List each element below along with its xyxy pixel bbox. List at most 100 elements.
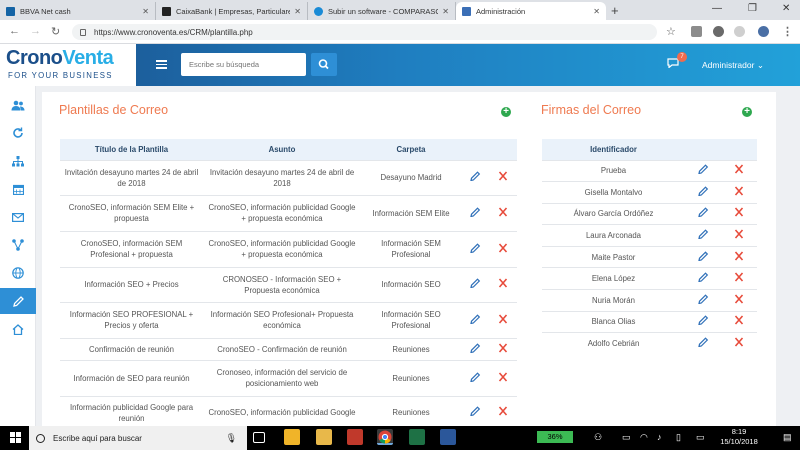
edit-pencil-icon[interactable]: [697, 294, 709, 304]
delete-x-icon[interactable]: [497, 371, 509, 382]
outlook-taskbar-icon[interactable]: [284, 429, 300, 445]
delete-x-icon[interactable]: [497, 206, 509, 217]
edit-pencil-icon[interactable]: [469, 171, 481, 181]
extension-icon[interactable]: [691, 26, 702, 37]
add-signature-button[interactable]: +: [742, 107, 752, 117]
delete-x-icon[interactable]: [733, 294, 745, 304]
browser-tab-active[interactable]: Administración ✕: [456, 2, 606, 20]
edit-pencil-icon[interactable]: [697, 207, 709, 218]
hamburger-menu-icon[interactable]: [156, 60, 167, 69]
delete-x-icon[interactable]: [497, 313, 509, 324]
edit-pencil-icon[interactable]: [697, 164, 709, 175]
logo[interactable]: CronoVenta: [6, 47, 114, 70]
delete-x-icon[interactable]: [497, 342, 509, 353]
column-header-title[interactable]: Título de la Plantilla: [60, 139, 203, 160]
browser-tab[interactable]: BBVA Net cash ✕: [0, 2, 156, 20]
restore-icon[interactable]: ❐: [748, 3, 757, 14]
close-tab-icon[interactable]: ✕: [294, 7, 301, 16]
edit-pencil-icon[interactable]: [469, 406, 481, 417]
close-tab-icon[interactable]: ✕: [142, 7, 149, 16]
delete-x-icon[interactable]: [733, 315, 745, 325]
clock-time: 8:19: [731, 427, 747, 436]
search-input[interactable]: [181, 53, 306, 76]
edit-pencil-icon[interactable]: [469, 206, 481, 217]
edit-pencil-icon[interactable]: [469, 342, 481, 353]
extension-icon[interactable]: [713, 26, 724, 37]
sidebar-item-calendar[interactable]: [0, 176, 36, 202]
delete-x-icon[interactable]: [733, 337, 745, 347]
edit-pencil-icon[interactable]: [469, 313, 481, 324]
sitemap-icon: [12, 155, 24, 166]
forward-icon[interactable]: →: [30, 25, 41, 37]
word-taskbar-icon[interactable]: [440, 429, 456, 445]
user-menu[interactable]: Administrador ⌄: [702, 60, 764, 71]
delete-x-icon[interactable]: [733, 229, 745, 239]
extension-icon[interactable]: [734, 26, 745, 37]
back-icon[interactable]: ←: [9, 25, 20, 37]
search-button[interactable]: [311, 53, 337, 76]
action-center-icon[interactable]: ▤: [783, 432, 792, 443]
delete-x-icon[interactable]: [497, 171, 509, 181]
people-icon[interactable]: ⚇: [594, 432, 602, 443]
minimize-icon[interactable]: —: [712, 3, 722, 14]
edit-pencil-icon[interactable]: [697, 272, 709, 283]
delete-x-icon[interactable]: [497, 242, 509, 253]
delete-x-icon[interactable]: [497, 278, 509, 288]
taskbar-search[interactable]: Escribe aquí para buscar 🎙: [29, 426, 247, 450]
column-header-subject[interactable]: Asunto: [203, 139, 361, 160]
battery-icon[interactable]: ▯: [676, 432, 681, 443]
delete-x-icon[interactable]: [733, 251, 745, 261]
excel-taskbar-icon[interactable]: [409, 429, 425, 445]
delete-x-icon[interactable]: [733, 207, 745, 218]
delete-x-icon[interactable]: [733, 164, 745, 174]
column-header-identifier[interactable]: Identificador: [542, 139, 685, 160]
task-view-icon[interactable]: [253, 432, 265, 443]
chrome-taskbar-icon[interactable]: [377, 429, 393, 445]
system-clock[interactable]: 8:19 15/10/2018: [720, 427, 758, 447]
edit-pencil-icon[interactable]: [697, 337, 709, 348]
add-template-button[interactable]: +: [501, 107, 511, 117]
browser-tab[interactable]: Subir un software - COMPARASO ✕: [308, 2, 456, 20]
edit-pencil-icon[interactable]: [697, 229, 709, 240]
microphone-icon[interactable]: 🎙: [226, 433, 237, 444]
browser-tab[interactable]: CaixaBank | Empresas, Particulare ✕: [156, 2, 308, 20]
new-tab-button[interactable]: +: [611, 3, 619, 18]
app-taskbar-icon[interactable]: [347, 429, 363, 445]
sidebar-item-sync[interactable]: [0, 120, 36, 146]
battery-indicator[interactable]: 36%: [537, 431, 573, 443]
sidebar-item-users[interactable]: [0, 92, 36, 118]
column-header-folder[interactable]: Carpeta: [361, 139, 461, 160]
bookmark-star-icon[interactable]: ☆: [666, 25, 676, 38]
delete-x-icon[interactable]: [497, 406, 509, 416]
windows-start-icon[interactable]: [10, 432, 21, 443]
sidebar-item-network[interactable]: [0, 232, 36, 258]
profile-avatar-icon[interactable]: [758, 26, 769, 37]
edit-pencil-icon[interactable]: [697, 186, 709, 196]
edit-pencil-icon[interactable]: [469, 242, 481, 253]
wifi-icon[interactable]: ◠: [640, 432, 648, 443]
close-tab-icon[interactable]: ✕: [442, 7, 449, 16]
notification-area-icon[interactable]: ▭: [622, 432, 631, 443]
close-tab-icon[interactable]: ✕: [593, 7, 600, 16]
language-icon[interactable]: ▭: [696, 432, 705, 443]
caixabank-favicon-icon: [162, 6, 171, 16]
table-row: Gisella Montalvo: [542, 181, 757, 204]
edit-pencil-icon[interactable]: [469, 371, 481, 382]
delete-x-icon[interactable]: [733, 272, 745, 282]
file-explorer-taskbar-icon[interactable]: [316, 429, 332, 445]
sidebar-item-sitemap[interactable]: [0, 148, 36, 174]
sidebar-item-mail[interactable]: [0, 204, 36, 230]
volume-icon[interactable]: ♪: [657, 432, 662, 442]
edit-pencil-icon[interactable]: [697, 251, 709, 261]
sidebar-item-home[interactable]: [0, 316, 36, 342]
delete-x-icon[interactable]: [733, 186, 745, 196]
edit-pencil-icon[interactable]: [469, 278, 481, 288]
sidebar-item-templates[interactable]: [0, 288, 36, 314]
sidebar-item-globe[interactable]: [0, 260, 36, 286]
edit-pencil-icon[interactable]: [697, 315, 709, 326]
window-close-icon[interactable]: ✕: [782, 3, 790, 14]
url-field[interactable]: https://www.cronoventa.es/CRM/plantilla.…: [72, 24, 657, 40]
reload-icon[interactable]: ↻: [51, 25, 60, 38]
browser-menu-icon[interactable]: ⋮: [782, 25, 793, 38]
home-icon: [12, 323, 24, 335]
